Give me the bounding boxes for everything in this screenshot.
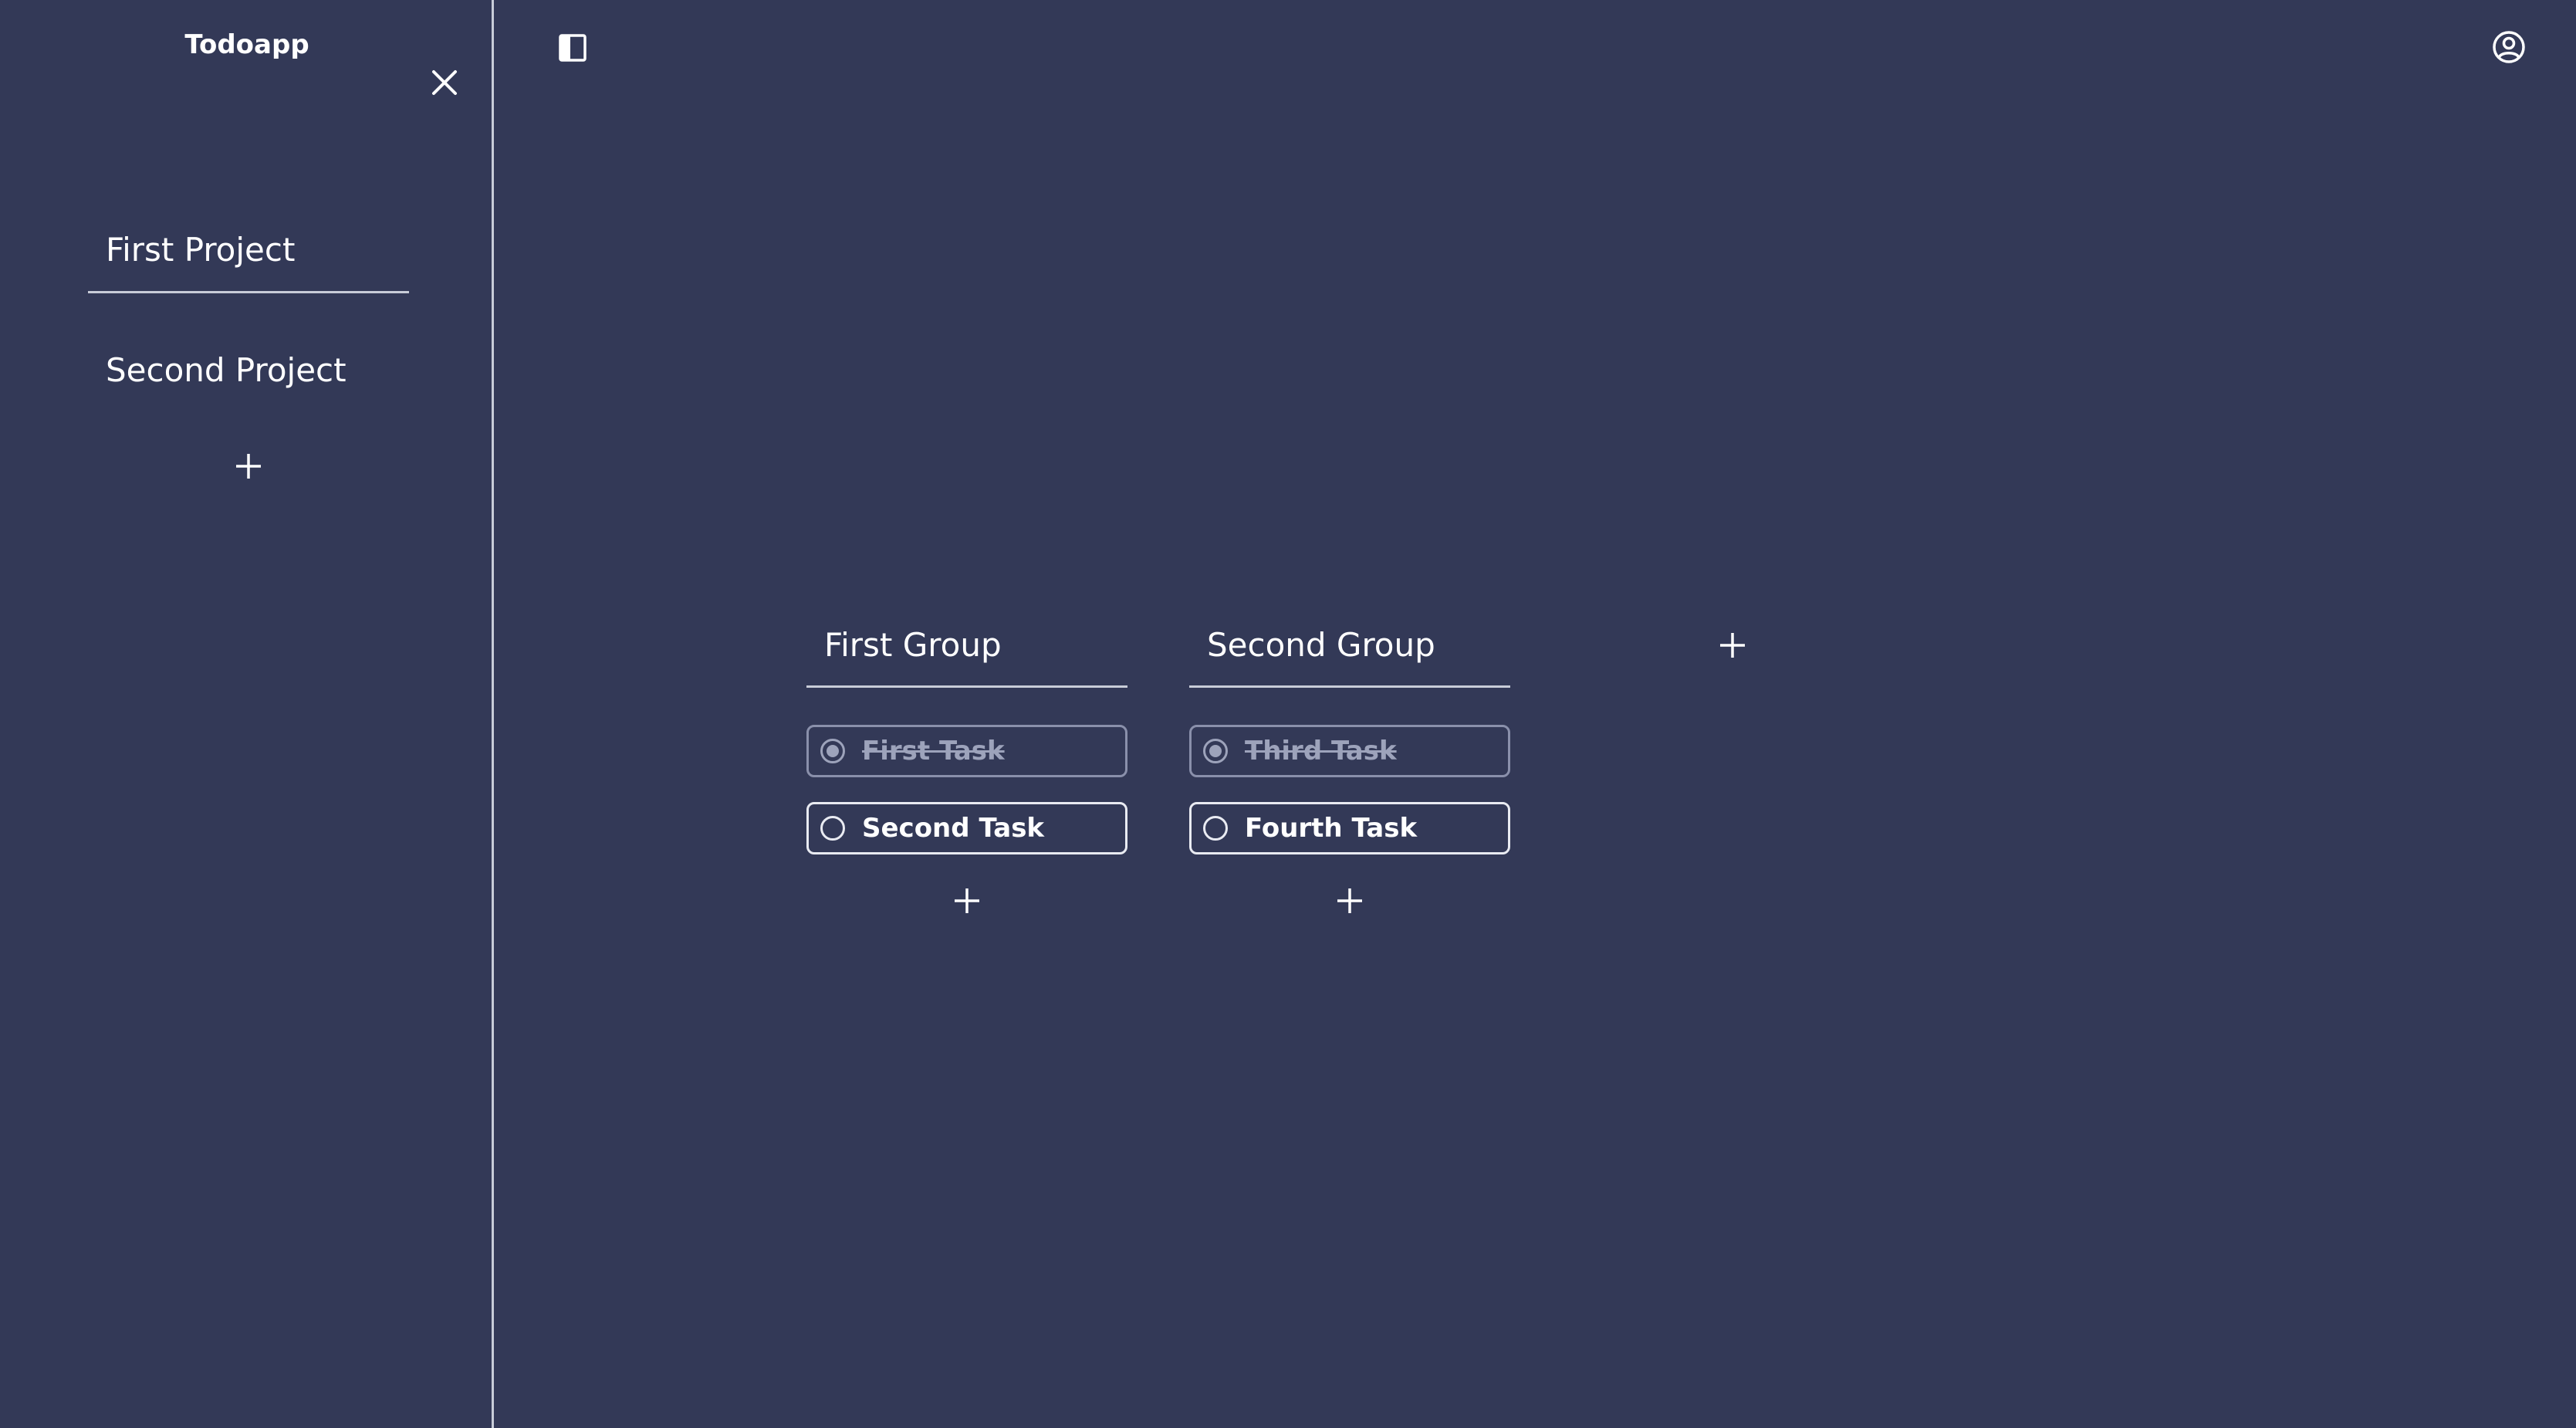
plus-icon bbox=[955, 888, 979, 913]
task-item[interactable]: Fourth Task bbox=[1189, 802, 1510, 854]
task-label: Third Task bbox=[1245, 736, 1397, 766]
sidebar-item-second-project[interactable]: Second Project bbox=[88, 350, 409, 391]
task-label: Second Task bbox=[862, 813, 1045, 844]
add-group-button[interactable] bbox=[1717, 630, 1748, 661]
task-checkbox[interactable] bbox=[820, 739, 845, 763]
group-title[interactable]: Second Group bbox=[1189, 621, 1510, 688]
task-item[interactable]: Second Task bbox=[806, 802, 1127, 854]
group-column: First Group First Task Second Task bbox=[806, 621, 1127, 913]
close-sidebar-button[interactable] bbox=[427, 65, 462, 100]
task-checkbox[interactable] bbox=[1203, 739, 1228, 763]
task-label: First Task bbox=[862, 736, 1005, 766]
add-task-button[interactable] bbox=[1334, 885, 1365, 916]
task-checkbox[interactable] bbox=[1203, 816, 1228, 841]
sidebar-toggle-button[interactable] bbox=[557, 32, 588, 63]
group-title[interactable]: First Group bbox=[806, 621, 1127, 688]
plus-icon bbox=[1720, 633, 1745, 658]
selected-project-underline bbox=[88, 291, 409, 293]
account-button[interactable] bbox=[2491, 29, 2527, 65]
task-checkbox[interactable] bbox=[820, 816, 845, 841]
sidebar-item-first-project[interactable]: First Project bbox=[88, 230, 409, 270]
app-title: Todoapp bbox=[184, 29, 309, 60]
plus-icon bbox=[236, 454, 261, 479]
app-root: Todoapp First Project Second Project Fir… bbox=[0, 0, 2576, 1428]
plus-icon bbox=[1337, 888, 1362, 913]
task-label: Fourth Task bbox=[1245, 813, 1418, 844]
user-circle-icon bbox=[2493, 31, 2525, 63]
task-item[interactable]: First Task bbox=[806, 725, 1127, 777]
add-task-button[interactable] bbox=[952, 885, 982, 916]
close-icon bbox=[432, 70, 457, 95]
sidebar: Todoapp First Project Second Project bbox=[0, 0, 494, 1428]
add-project-button[interactable] bbox=[233, 451, 264, 482]
sidebar-toggle-icon bbox=[559, 34, 587, 62]
group-column: Second Group Third Task Fourth Task bbox=[1189, 621, 1510, 913]
task-item[interactable]: Third Task bbox=[1189, 725, 1510, 777]
